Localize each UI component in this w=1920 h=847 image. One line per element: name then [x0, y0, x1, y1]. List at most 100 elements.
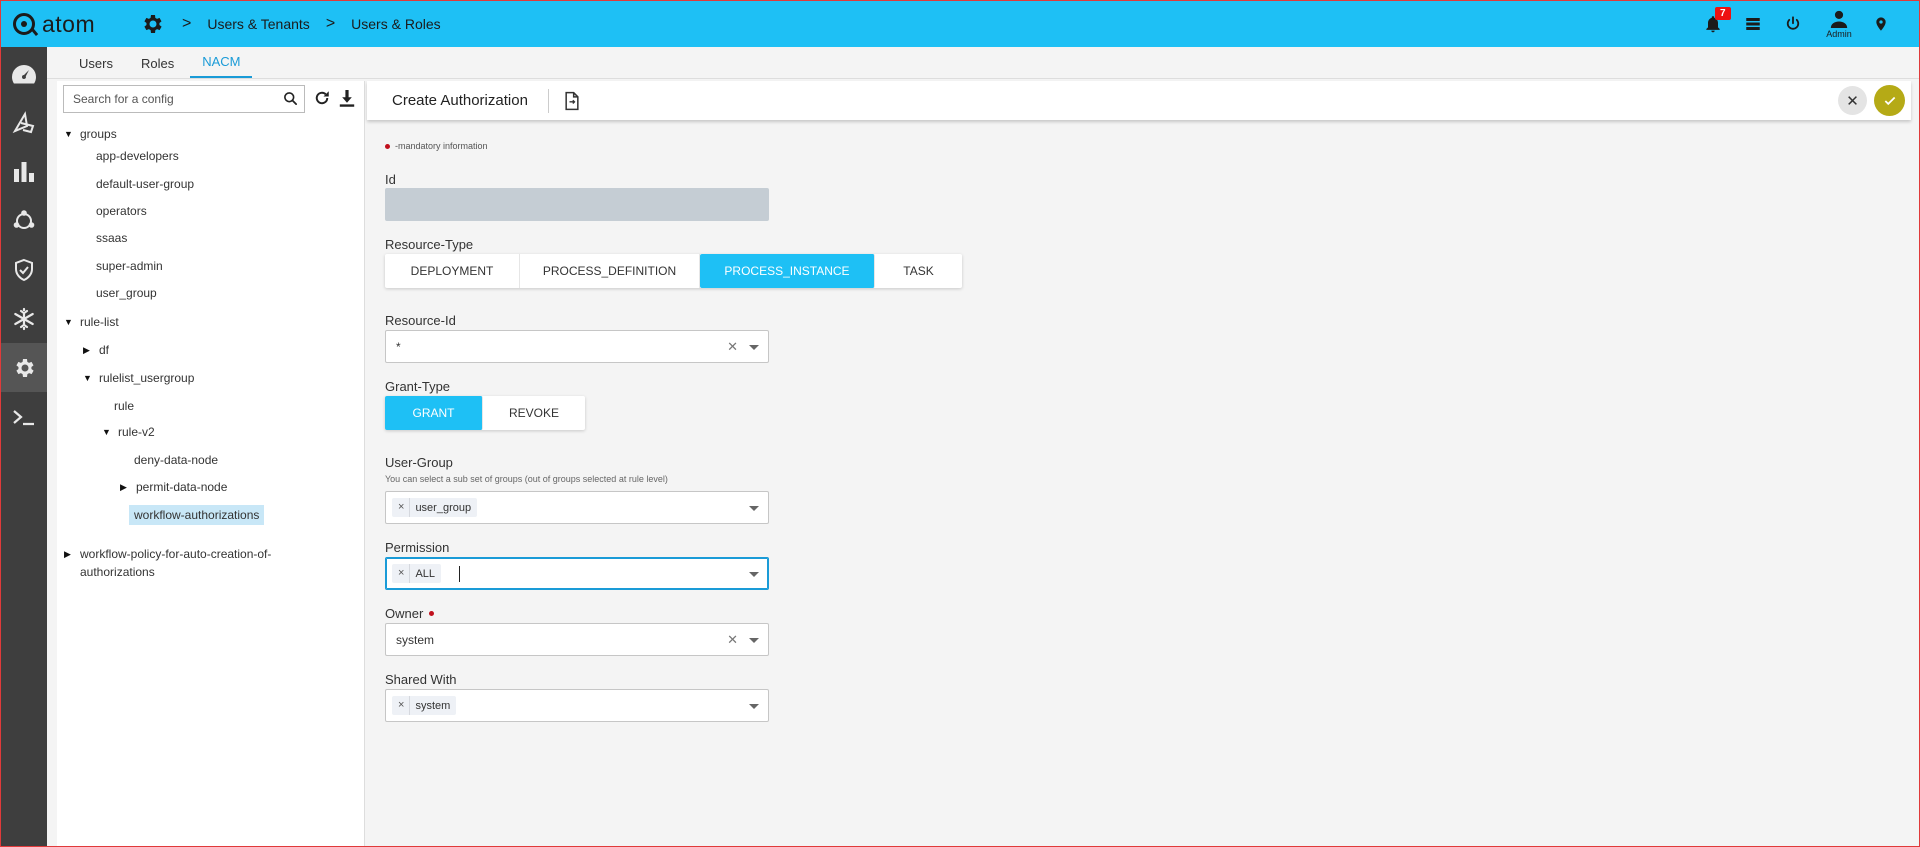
notification-count-badge: 7	[1715, 7, 1731, 20]
remove-chip-icon[interactable]: ×	[392, 498, 411, 517]
chevron-down-icon[interactable]	[749, 638, 759, 643]
cancel-button[interactable]: ✕	[1838, 86, 1867, 115]
remove-chip-icon[interactable]: ×	[392, 564, 411, 583]
resource-id-select[interactable]: * ✕	[385, 330, 769, 363]
nav-design[interactable]	[1, 98, 47, 147]
grant-type-selector: GRANT REVOKE	[385, 396, 585, 430]
tab-users[interactable]: Users	[67, 56, 125, 78]
breadcrumb-users-tenants[interactable]: Users & Tenants	[207, 16, 309, 32]
tree-node-app-developers[interactable]: app-developers	[96, 149, 179, 163]
chevron-down-icon[interactable]	[749, 704, 759, 709]
tree-node-workflow-authorizations[interactable]: workflow-authorizations	[129, 505, 265, 525]
tab-nacm[interactable]: NACM	[190, 54, 253, 78]
permission-chip: × ALL	[392, 564, 442, 583]
expanded-caret-icon[interactable]: ▼	[102, 427, 111, 437]
grant-type-revoke[interactable]: REVOKE	[483, 396, 585, 430]
user-group-label: User-Group	[385, 455, 453, 470]
collapsed-caret-icon[interactable]: ▶	[83, 345, 90, 356]
export-document-icon[interactable]	[561, 90, 583, 112]
owner-label-text: Owner	[385, 606, 424, 621]
nav-topology[interactable]	[1, 196, 47, 245]
resource-type-selector: DEPLOYMENT PROCESS_DEFINITION PROCESS_IN…	[385, 254, 962, 288]
tree-node-workflow-policy[interactable]: workflow-policy-for-auto-creation-of-	[80, 547, 271, 561]
top-bar: atom > Users & Tenants > Users & Roles 7…	[1, 1, 1919, 47]
tree-node-rulelist-usergroup[interactable]: rulelist_usergroup	[99, 371, 194, 385]
tree-node-permit-data-node[interactable]: permit-data-node	[136, 480, 227, 494]
collapsed-caret-icon[interactable]: ▶	[120, 482, 127, 493]
search-icon[interactable]	[283, 91, 298, 111]
resource-type-process-instance[interactable]: PROCESS_INSTANCE	[700, 254, 875, 288]
tree-node-df[interactable]: df	[99, 343, 109, 357]
tree-node-user-group[interactable]: user_group	[96, 286, 157, 300]
permission-chip-label: ALL	[415, 567, 436, 580]
nav-snowflake[interactable]	[1, 294, 47, 343]
grant-type-grant[interactable]: GRANT	[385, 396, 483, 430]
atom-logo[interactable]: atom	[13, 11, 113, 38]
create-authorization-panel: Create Authorization ✕ -mandatory inform…	[367, 81, 1911, 846]
remove-chip-icon[interactable]: ×	[392, 696, 411, 715]
terminal-icon	[13, 409, 34, 425]
text-cursor	[459, 565, 461, 582]
tree-node-default-user-group[interactable]: default-user-group	[96, 177, 194, 191]
nav-analytics[interactable]	[1, 147, 47, 196]
tree-node-super-admin[interactable]: super-admin	[96, 259, 163, 273]
page-title: Create Authorization	[392, 92, 528, 109]
expanded-caret-icon[interactable]: ▼	[64, 317, 73, 327]
permission-select[interactable]: × ALL	[385, 557, 769, 590]
refresh-icon[interactable]	[313, 89, 331, 112]
location-button[interactable]	[1861, 1, 1901, 47]
tree-node-workflow-policy-cont[interactable]: authorizations	[80, 565, 155, 579]
shared-with-select[interactable]: × system	[385, 689, 769, 722]
user-menu[interactable]: Admin	[1817, 10, 1861, 39]
owner-label: Owner	[385, 606, 435, 621]
settings-gear-icon[interactable]	[138, 10, 166, 38]
mandatory-note: -mandatory information	[385, 141, 488, 151]
expanded-caret-icon[interactable]: ▼	[83, 373, 92, 383]
expanded-caret-icon[interactable]: ▼	[64, 129, 73, 139]
mandatory-dot-icon	[385, 143, 390, 149]
tree-search-input[interactable]	[64, 92, 274, 106]
resource-type-deployment[interactable]: DEPLOYMENT	[385, 254, 520, 288]
chevron-down-icon[interactable]	[749, 572, 759, 577]
user-group-chip-label: user_group	[415, 501, 472, 514]
power-button[interactable]	[1773, 1, 1813, 47]
tree-node-operators[interactable]: operators	[96, 204, 147, 218]
chevron-down-icon[interactable]	[749, 345, 759, 350]
user-group-hint: You can select a sub set of groups (out …	[385, 474, 668, 484]
clear-icon[interactable]: ✕	[727, 339, 738, 355]
sub-tab-bar: Users Roles NACM	[47, 47, 1919, 79]
nav-administration[interactable]	[1, 343, 47, 392]
confirm-button[interactable]	[1874, 85, 1905, 116]
user-group-select[interactable]: × user_group	[385, 491, 769, 524]
nav-terminal[interactable]	[1, 392, 47, 441]
tree-node-ssaas[interactable]: ssaas	[96, 231, 127, 245]
shared-with-label: Shared With	[385, 672, 457, 687]
tree-node-rule[interactable]: rule	[114, 399, 134, 413]
tree-node-rule-list[interactable]: rule-list	[80, 315, 119, 329]
snowflake-icon	[14, 307, 34, 330]
collapsed-caret-icon[interactable]: ▶	[64, 549, 71, 560]
resource-type-task[interactable]: TASK	[875, 254, 962, 288]
tab-roles[interactable]: Roles	[129, 56, 186, 78]
owner-select[interactable]: system ✕	[385, 623, 769, 656]
tree-node-groups[interactable]: groups	[80, 127, 117, 141]
mandatory-note-text: -mandatory information	[395, 141, 488, 151]
download-icon[interactable]	[339, 89, 355, 112]
clear-icon[interactable]: ✕	[727, 632, 738, 648]
app-window: atom > Users & Tenants > Users & Roles 7…	[0, 0, 1920, 847]
breadcrumb-separator-icon: >	[182, 15, 192, 32]
user-icon	[1830, 10, 1848, 28]
nav-security[interactable]	[1, 245, 47, 294]
breadcrumb-users-roles[interactable]: Users & Roles	[351, 16, 440, 32]
tree-node-rule-v2[interactable]: rule-v2	[118, 425, 155, 439]
tree-node-deny-data-node[interactable]: deny-data-node	[134, 453, 218, 467]
resource-type-process-definition[interactable]: PROCESS_DEFINITION	[520, 254, 700, 288]
notifications-button[interactable]: 7	[1693, 1, 1733, 47]
user-label: Admin	[1826, 28, 1852, 39]
chevron-down-icon[interactable]	[749, 506, 759, 511]
list-menu-button[interactable]	[1733, 1, 1773, 47]
nav-dashboard[interactable]	[1, 49, 47, 98]
resource-type-label: Resource-Type	[385, 237, 474, 252]
owner-value: system	[396, 632, 435, 647]
atom-logo-icon	[13, 13, 35, 35]
